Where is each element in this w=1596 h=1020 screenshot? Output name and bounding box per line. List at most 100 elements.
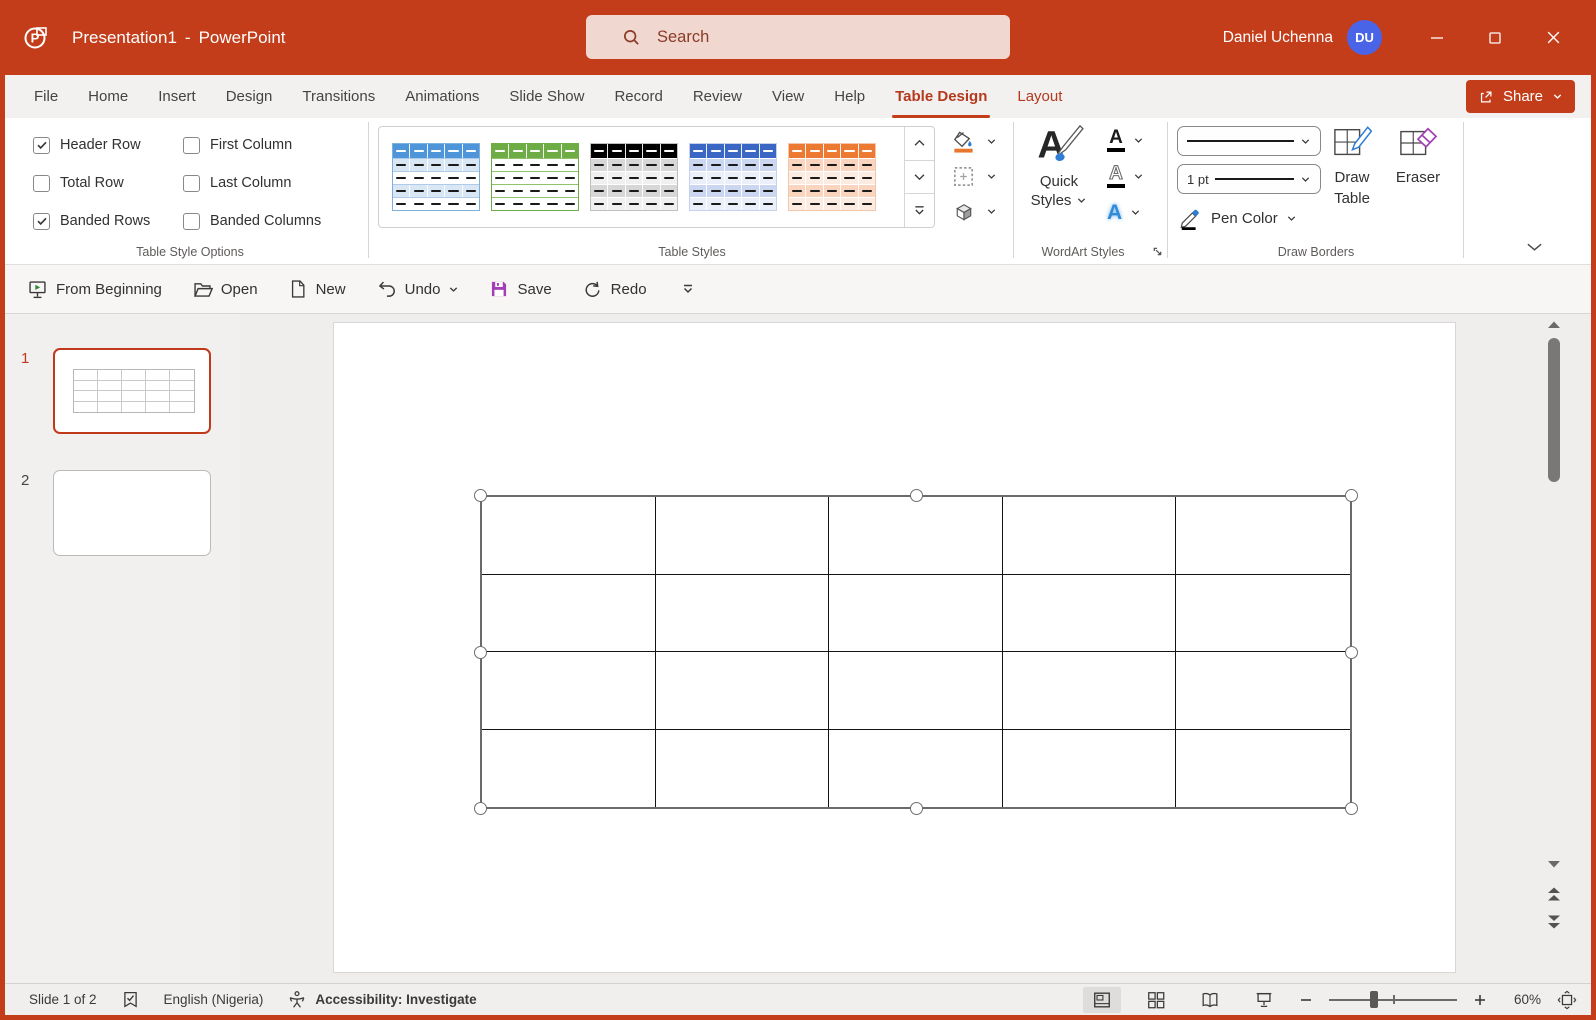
option-last-column[interactable]: Last Column	[183, 175, 368, 192]
table-cell[interactable]	[1003, 652, 1177, 730]
slide-table[interactable]	[480, 495, 1352, 809]
language-indicator[interactable]: English (Nigeria)	[164, 992, 264, 1007]
tab-layout[interactable]: Layout	[1002, 75, 1077, 118]
effects-button[interactable]	[951, 194, 997, 229]
gallery-more-button[interactable]	[905, 194, 934, 227]
previous-slide-icon[interactable]	[1547, 886, 1562, 902]
scroll-up-icon[interactable]	[1547, 320, 1561, 329]
table-cell[interactable]	[482, 730, 656, 808]
close-button[interactable]	[1524, 0, 1582, 75]
slide-sorter-button[interactable]	[1137, 987, 1175, 1013]
wordart-dialog-launcher[interactable]	[1149, 243, 1165, 259]
table-cell[interactable]	[1003, 497, 1177, 575]
table-cell[interactable]	[656, 730, 830, 808]
option-banded-rows[interactable]: Banded Rows	[33, 213, 183, 230]
table-cell[interactable]	[656, 575, 830, 653]
table-cell[interactable]	[656, 652, 830, 730]
slide-thumbnail-1[interactable]	[53, 348, 211, 434]
table-cell[interactable]	[829, 652, 1003, 730]
table-cell[interactable]	[482, 497, 656, 575]
zoom-percent[interactable]: 60%	[1503, 992, 1541, 1007]
maximize-button[interactable]	[1466, 0, 1524, 75]
slideshow-button[interactable]	[1245, 987, 1283, 1013]
tab-animations[interactable]: Animations	[390, 75, 494, 118]
normal-view-button[interactable]	[1083, 987, 1121, 1013]
table-cell[interactable]	[1176, 730, 1350, 808]
tab-file[interactable]: File	[19, 75, 73, 118]
borders-button[interactable]	[951, 159, 997, 194]
tab-slide-show[interactable]: Slide Show	[494, 75, 599, 118]
pen-weight-dropdown[interactable]: 1 pt	[1177, 164, 1321, 194]
table-style-dark-black[interactable]	[590, 143, 678, 211]
tab-view[interactable]: View	[757, 75, 819, 118]
draw-table-button[interactable]: Draw Table	[1321, 124, 1383, 209]
table-cell[interactable]	[1176, 652, 1350, 730]
text-effects-button[interactable]: A	[1101, 194, 1163, 230]
slide-thumbnail-2[interactable]	[53, 470, 211, 556]
tab-review[interactable]: Review	[678, 75, 757, 118]
tab-table-design[interactable]: Table Design	[880, 75, 1002, 118]
option-banded-columns[interactable]: Banded Columns	[183, 213, 368, 230]
table-cell[interactable]	[656, 497, 830, 575]
eraser-button[interactable]: Eraser	[1387, 124, 1449, 189]
qat-overflow-button[interactable]	[681, 282, 695, 296]
option-total-row[interactable]: Total Row	[33, 175, 183, 192]
zoom-slider-thumb[interactable]	[1370, 991, 1378, 1008]
zoom-in-button[interactable]	[1473, 993, 1487, 1007]
selection-handle-top-middle[interactable]	[910, 489, 923, 502]
next-slide-icon[interactable]	[1547, 914, 1562, 930]
zoom-slider[interactable]	[1329, 991, 1457, 1009]
table-cell[interactable]	[1176, 497, 1350, 575]
qat-undo[interactable]: Undo	[376, 279, 460, 300]
scroll-down-icon[interactable]	[1547, 860, 1561, 869]
gallery-scroll-down-button[interactable]	[905, 161, 934, 195]
pen-style-dropdown[interactable]	[1177, 126, 1321, 156]
slide-canvas[interactable]	[333, 322, 1456, 973]
table-cell[interactable]	[829, 497, 1003, 575]
pen-color-button[interactable]: Pen Color	[1179, 206, 1297, 230]
table-cell[interactable]	[1003, 575, 1177, 653]
powerpoint-logo-icon[interactable]: P	[22, 23, 52, 53]
table-style-medium-blue[interactable]	[689, 143, 777, 211]
search-box[interactable]: Search	[586, 15, 1010, 59]
scrollbar-thumb[interactable]	[1548, 338, 1560, 482]
text-outline-button[interactable]: A	[1101, 158, 1163, 194]
selection-handle-bottom-right[interactable]	[1345, 802, 1358, 815]
table-style-light-blue[interactable]	[392, 143, 480, 211]
collapse-ribbon-button[interactable]	[1521, 236, 1547, 258]
table-cell[interactable]	[1176, 575, 1350, 653]
tab-design[interactable]: Design	[211, 75, 288, 118]
shading-button[interactable]	[951, 124, 997, 159]
tab-home[interactable]: Home	[73, 75, 143, 118]
tab-record[interactable]: Record	[599, 75, 677, 118]
minimize-button[interactable]	[1408, 0, 1466, 75]
spellcheck-icon[interactable]	[121, 990, 140, 1009]
option-header-row[interactable]: Header Row	[33, 137, 183, 154]
reading-view-button[interactable]	[1191, 987, 1229, 1013]
table-cell[interactable]	[482, 652, 656, 730]
table-cell[interactable]	[1003, 730, 1177, 808]
tab-insert[interactable]: Insert	[143, 75, 211, 118]
selection-handle-middle-right[interactable]	[1345, 646, 1358, 659]
option-first-column[interactable]: First Column	[183, 137, 368, 154]
selection-handle-middle-left[interactable]	[474, 646, 487, 659]
table-style-light-green[interactable]	[491, 143, 579, 211]
qat-new[interactable]: New	[288, 279, 346, 299]
selection-handle-top-right[interactable]	[1345, 489, 1358, 502]
gallery-scroll-up-button[interactable]	[905, 127, 934, 161]
share-button[interactable]: Share	[1466, 80, 1575, 113]
fit-to-window-icon[interactable]	[1557, 990, 1577, 1010]
quick-styles-button[interactable]: A Quick Styles	[1021, 122, 1097, 211]
text-fill-button[interactable]: A	[1101, 122, 1163, 158]
selection-handle-bottom-left[interactable]	[474, 802, 487, 815]
table-style-medium-orange[interactable]	[788, 143, 876, 211]
tab-transitions[interactable]: Transitions	[287, 75, 390, 118]
selection-handle-bottom-middle[interactable]	[910, 802, 923, 815]
selection-handle-top-left[interactable]	[474, 489, 487, 502]
tab-help[interactable]: Help	[819, 75, 880, 118]
table-cell[interactable]	[829, 730, 1003, 808]
avatar[interactable]: DU	[1347, 20, 1382, 55]
zoom-out-button[interactable]	[1299, 993, 1313, 1007]
accessibility-status[interactable]: Accessibility: Investigate	[287, 990, 476, 1010]
qat-open[interactable]: Open	[192, 279, 258, 300]
